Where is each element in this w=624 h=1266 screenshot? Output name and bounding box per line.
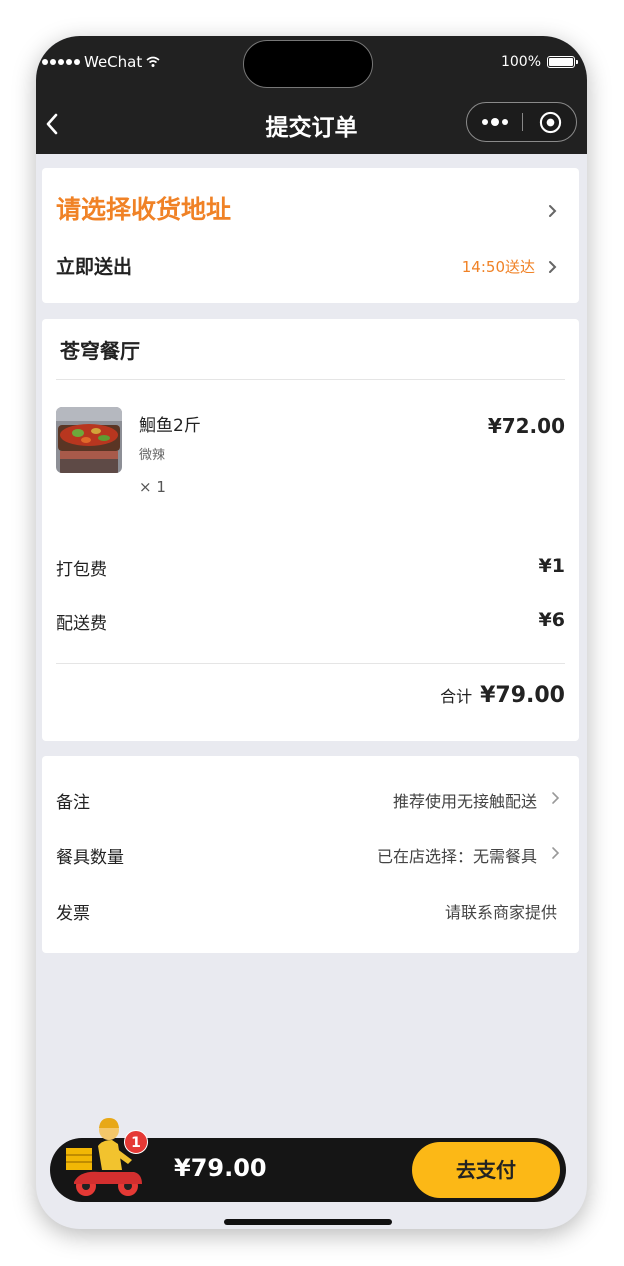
- delivery-time[interactable]: 14:50送达: [462, 256, 535, 277]
- camera-notch: [243, 40, 373, 88]
- battery-label: 100%: [500, 54, 541, 70]
- delivery-fee-value: ¥6: [538, 609, 565, 631]
- close-miniprogram-icon[interactable]: [539, 111, 562, 134]
- packing-fee-label: 打包费: [56, 560, 107, 580]
- food-spec: 微辣: [139, 448, 166, 463]
- pay-button[interactable]: 去支付: [412, 1142, 560, 1198]
- delivery-rider-icon: [66, 1118, 142, 1196]
- options-card: 备注 推荐使用无接触配送 餐具数量 已在店选择：无需餐具 发票 请联系商家提供: [42, 756, 579, 953]
- wifi-icon: [146, 56, 160, 67]
- checkout-bar: 1 ¥79.00 去支付: [50, 1118, 566, 1202]
- tableware-label: 餐具数量: [56, 848, 124, 868]
- menu-capsule: [466, 102, 577, 142]
- food-price: ¥72.00: [487, 414, 565, 438]
- total-label: 合计: [440, 687, 473, 706]
- invoice-value: 请联系商家提供: [444, 903, 557, 922]
- order-card: 苍穹餐厅 鮰鱼2斤 微辣 × 1 ¥72.00 打包费 ¥1 配送费 ¥6 合计…: [42, 319, 579, 741]
- invoice-label: 发票: [56, 904, 90, 924]
- more-icon[interactable]: [481, 116, 511, 128]
- food-name: 鮰鱼2斤: [139, 416, 201, 436]
- status-bar-right: 100%: [500, 54, 578, 70]
- chevron-right-icon[interactable]: [548, 260, 557, 274]
- delivery-mode: 立即送出: [56, 256, 133, 278]
- order-total: 合计 ¥79.00: [440, 683, 565, 708]
- pay-total: ¥79.00: [174, 1154, 267, 1182]
- divider: [56, 663, 565, 664]
- select-address-link[interactable]: 请选择收货地址: [56, 190, 231, 226]
- carrier-label: WeChat: [84, 53, 143, 71]
- battery-icon: [547, 56, 578, 68]
- address-card: 请选择收货地址 立即送出 14:50送达: [42, 168, 579, 303]
- phone-screen: WeChat 100% 提交订单 请选择收货地址 立即送出 14:50送达 苍穹…: [36, 36, 587, 1229]
- packing-fee-value: ¥1: [538, 555, 565, 577]
- restaurant-name: 苍穹餐厅: [60, 339, 140, 363]
- chevron-right-icon[interactable]: [551, 846, 560, 860]
- delivery-fee-label: 配送费: [56, 614, 107, 634]
- total-value: ¥79.00: [480, 683, 565, 708]
- food-image: [56, 407, 122, 473]
- tableware-value[interactable]: 已在店选择：无需餐具: [377, 843, 537, 867]
- remark-label: 备注: [56, 793, 90, 813]
- chevron-right-icon[interactable]: [548, 204, 557, 218]
- status-bar-left: WeChat: [42, 53, 160, 71]
- remark-value[interactable]: 推荐使用无接触配送: [393, 788, 537, 812]
- capsule-divider: [522, 113, 523, 131]
- signal-icon: [42, 59, 80, 65]
- food-quantity: × 1: [139, 478, 166, 496]
- top-bar: WeChat 100% 提交订单: [36, 36, 587, 154]
- chevron-right-icon[interactable]: [551, 791, 560, 805]
- divider: [56, 379, 565, 380]
- cart-count-badge: 1: [124, 1130, 148, 1154]
- home-indicator[interactable]: [224, 1219, 392, 1225]
